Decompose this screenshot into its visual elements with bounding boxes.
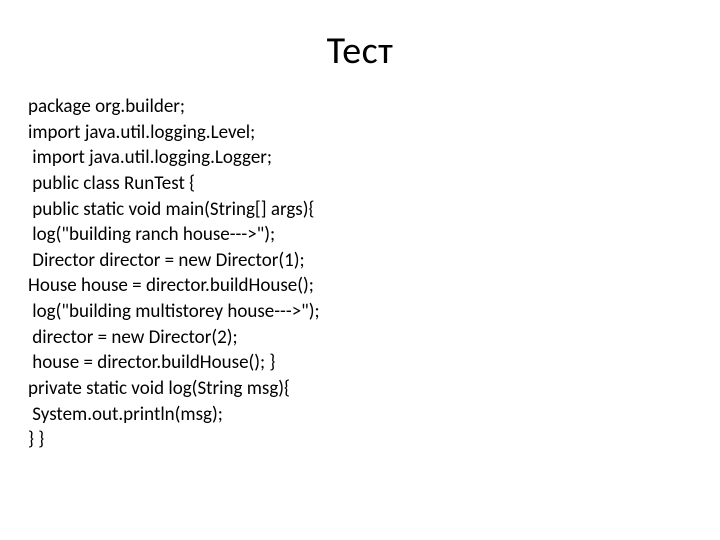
code-line: log("building ranch house--->"); [28,222,692,248]
code-line: import java.util.logging.Level; [28,120,692,146]
code-line: House house = director.buildHouse(); [28,273,692,299]
code-line: рackage org.builder; [28,94,692,120]
code-line: private static void log(String msg){ [28,376,692,402]
code-line: public class RunTest { [28,171,692,197]
code-line: Director director = new Director(1); [28,248,692,274]
slide-title: Тест [0,0,720,94]
code-line: import java.util.logging.Logger; [28,145,692,171]
code-block: рackage org.builder; import java.util.lo… [0,94,720,453]
code-line: house = director.buildHouse(); } [28,350,692,376]
code-line: log("building multistorey house--->"); [28,299,692,325]
code-line: } } [28,427,692,453]
code-line: System.out.println(msg); [28,402,692,428]
code-line: director = new Director(2); [28,325,692,351]
code-line: public static void main(String[] args){ [28,197,692,223]
